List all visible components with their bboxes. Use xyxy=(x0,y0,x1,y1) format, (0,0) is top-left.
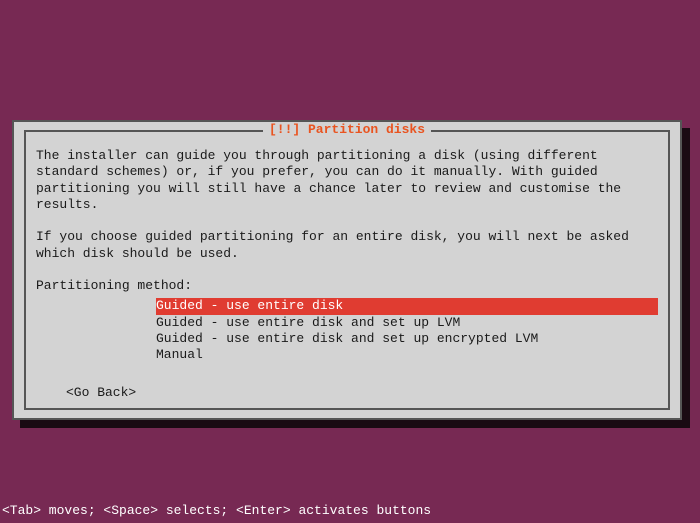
dialog-frame: [!!] Partition disks The installer can g… xyxy=(24,130,670,410)
option-label: Guided - use entire disk xyxy=(156,298,343,313)
option-label: Manual xyxy=(156,347,203,362)
dialog-title-wrap: [!!] Partition disks xyxy=(26,122,668,138)
option-guided-entire-disk[interactable]: Guided - use entire disk xyxy=(156,298,658,314)
help-footer: <Tab> moves; <Space> selects; <Enter> ac… xyxy=(2,503,431,519)
go-back-button[interactable]: <Go Back> xyxy=(66,385,658,401)
dialog-prompt: Partitioning method: xyxy=(36,278,658,294)
option-label: Guided - use entire disk and set up LVM xyxy=(156,315,460,330)
partition-dialog: [!!] Partition disks The installer can g… xyxy=(12,120,682,420)
option-manual[interactable]: Manual xyxy=(156,347,658,363)
option-label: Guided - use entire disk and set up encr… xyxy=(156,331,538,346)
dialog-title: [!!] Partition disks xyxy=(263,122,431,137)
option-guided-encrypted-lvm[interactable]: Guided - use entire disk and set up encr… xyxy=(156,331,658,347)
dialog-paragraph-2: If you choose guided partitioning for an… xyxy=(36,229,658,262)
option-guided-lvm[interactable]: Guided - use entire disk and set up LVM xyxy=(156,315,658,331)
partition-options: Guided - use entire disk Guided - use en… xyxy=(156,298,658,363)
dialog-paragraph-1: The installer can guide you through part… xyxy=(36,148,658,213)
